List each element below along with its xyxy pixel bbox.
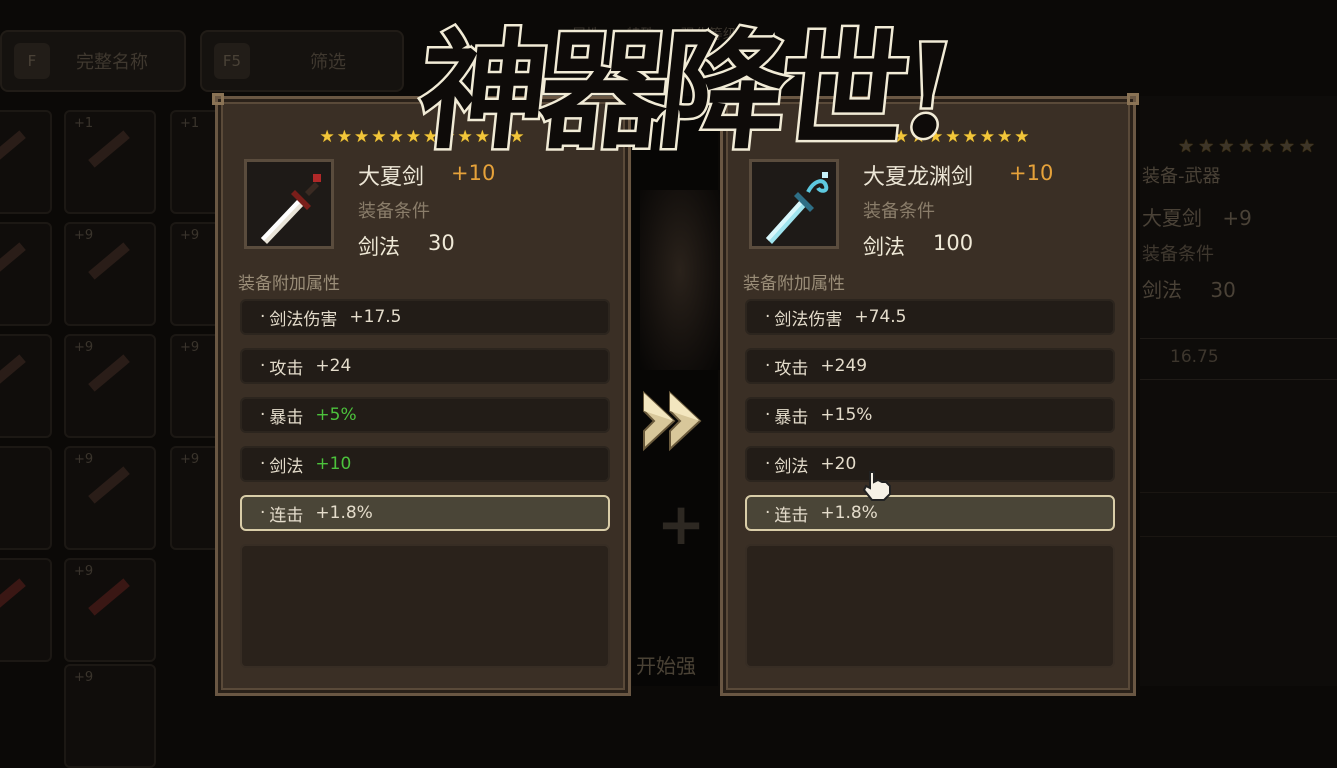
inventory-slot[interactable] xyxy=(0,110,52,214)
character-portrait xyxy=(640,190,720,370)
source-equipment-panel: ★★★★★★★★★★★★ 大夏剑 +10 装备条件 剑法 30 装备附加属性 ·… xyxy=(212,93,634,696)
attribute-row[interactable]: · 攻击 +249 xyxy=(745,348,1115,384)
empty-attribute-area xyxy=(240,544,610,668)
bg-divider xyxy=(1140,536,1337,573)
skill-label: 剑法 xyxy=(863,235,905,259)
inventory-slot[interactable] xyxy=(0,558,52,662)
plus-icon: + xyxy=(656,490,706,558)
attribute-row[interactable]: · 剑法伤害 +17.5 xyxy=(240,299,610,335)
inventory-slot[interactable] xyxy=(0,334,52,438)
background-tabs: 属性 特殊 强化等级 xyxy=(572,24,759,44)
attribute-row[interactable]: · 剑法 +10 xyxy=(240,446,610,482)
background-item-detail: ★★★★★★★ 装备-武器 大夏剑 +9 装备条件 剑法 30 16.75 xyxy=(1140,96,1337,686)
attribute-row[interactable]: · 剑法伤害 +74.5 xyxy=(745,299,1115,335)
star-rating: ★★★★★★★★★★★★ xyxy=(824,127,1032,147)
bg-stat-bar: 16.75 xyxy=(1140,338,1337,380)
tab-attributes[interactable]: 属性 xyxy=(572,27,600,43)
tab-enhance-level[interactable]: 强化等级 xyxy=(681,27,737,43)
item-name: 大夏剑 xyxy=(358,165,425,190)
inventory-slot[interactable]: +9 xyxy=(64,334,156,438)
sword-icon[interactable] xyxy=(244,159,334,249)
inventory-slot[interactable]: +9 xyxy=(64,446,156,550)
inventory-slot[interactable]: +1 xyxy=(64,110,156,214)
inventory-slot[interactable]: +9 xyxy=(64,558,156,662)
skill-value: 30 xyxy=(428,231,455,255)
attribute-row[interactable]: · 暴击 +15% xyxy=(745,397,1115,433)
bg-stars: ★★★★★★★ xyxy=(1178,136,1319,157)
skill-label: 剑法 xyxy=(358,235,400,259)
bg-req-label: 装备条件 xyxy=(1142,244,1214,265)
requirement-label: 装备条件 xyxy=(863,201,935,222)
inventory-slot[interactable]: +9 xyxy=(64,664,156,768)
skill-value: 100 xyxy=(933,231,974,255)
inventory-slot[interactable] xyxy=(0,222,52,326)
double-arrow-icon xyxy=(640,385,716,457)
hand-pointer-icon xyxy=(860,468,894,502)
hotkey-f5: F5 xyxy=(214,43,250,79)
attribute-row[interactable]: · 暴击 +5% xyxy=(240,397,610,433)
attribute-row[interactable]: · 剑法 +20 xyxy=(745,446,1115,482)
attribute-row-selected[interactable]: · 连击 +1.8% xyxy=(745,495,1115,531)
bg-skill: 剑法 30 xyxy=(1142,278,1236,302)
bg-item-name: 大夏剑 +9 xyxy=(1142,206,1252,230)
full-name-label: 完整名称 xyxy=(76,52,148,73)
requirement-label: 装备条件 xyxy=(358,201,430,222)
item-name: 大夏龙渊剑 xyxy=(863,165,974,190)
full-name-toggle-button[interactable]: F 完整名称 xyxy=(0,30,186,92)
inventory-slot[interactable]: +9 xyxy=(64,222,156,326)
empty-attribute-area xyxy=(745,544,1115,668)
attribute-row-selected[interactable]: · 连击 +1.8% xyxy=(240,495,610,531)
ice-sword-icon[interactable] xyxy=(749,159,839,249)
enhance-level: +10 xyxy=(451,161,496,185)
filter-button[interactable]: F5 筛选 xyxy=(200,30,404,92)
bg-divider xyxy=(1140,492,1337,529)
star-rating: ★★★★★★★★★★★★ xyxy=(319,127,527,147)
start-enhance-button[interactable]: 开始强 xyxy=(636,650,696,679)
hotkey-f: F xyxy=(14,43,50,79)
tab-special[interactable]: 特殊 xyxy=(626,27,654,43)
inventory-slot[interactable] xyxy=(0,446,52,550)
attribute-title: 装备附加属性 xyxy=(238,274,340,294)
attribute-title: 装备附加属性 xyxy=(743,274,845,294)
enhance-level: +10 xyxy=(1009,161,1054,185)
attribute-row[interactable]: · 攻击 +24 xyxy=(240,348,610,384)
bg-category: 装备-武器 xyxy=(1142,166,1221,187)
filter-label: 筛选 xyxy=(310,52,346,73)
result-equipment-panel: ★★★★★★★★★★★★ 大夏龙渊剑 +10 装备条件 剑法 100 装备附加属… xyxy=(717,93,1139,696)
